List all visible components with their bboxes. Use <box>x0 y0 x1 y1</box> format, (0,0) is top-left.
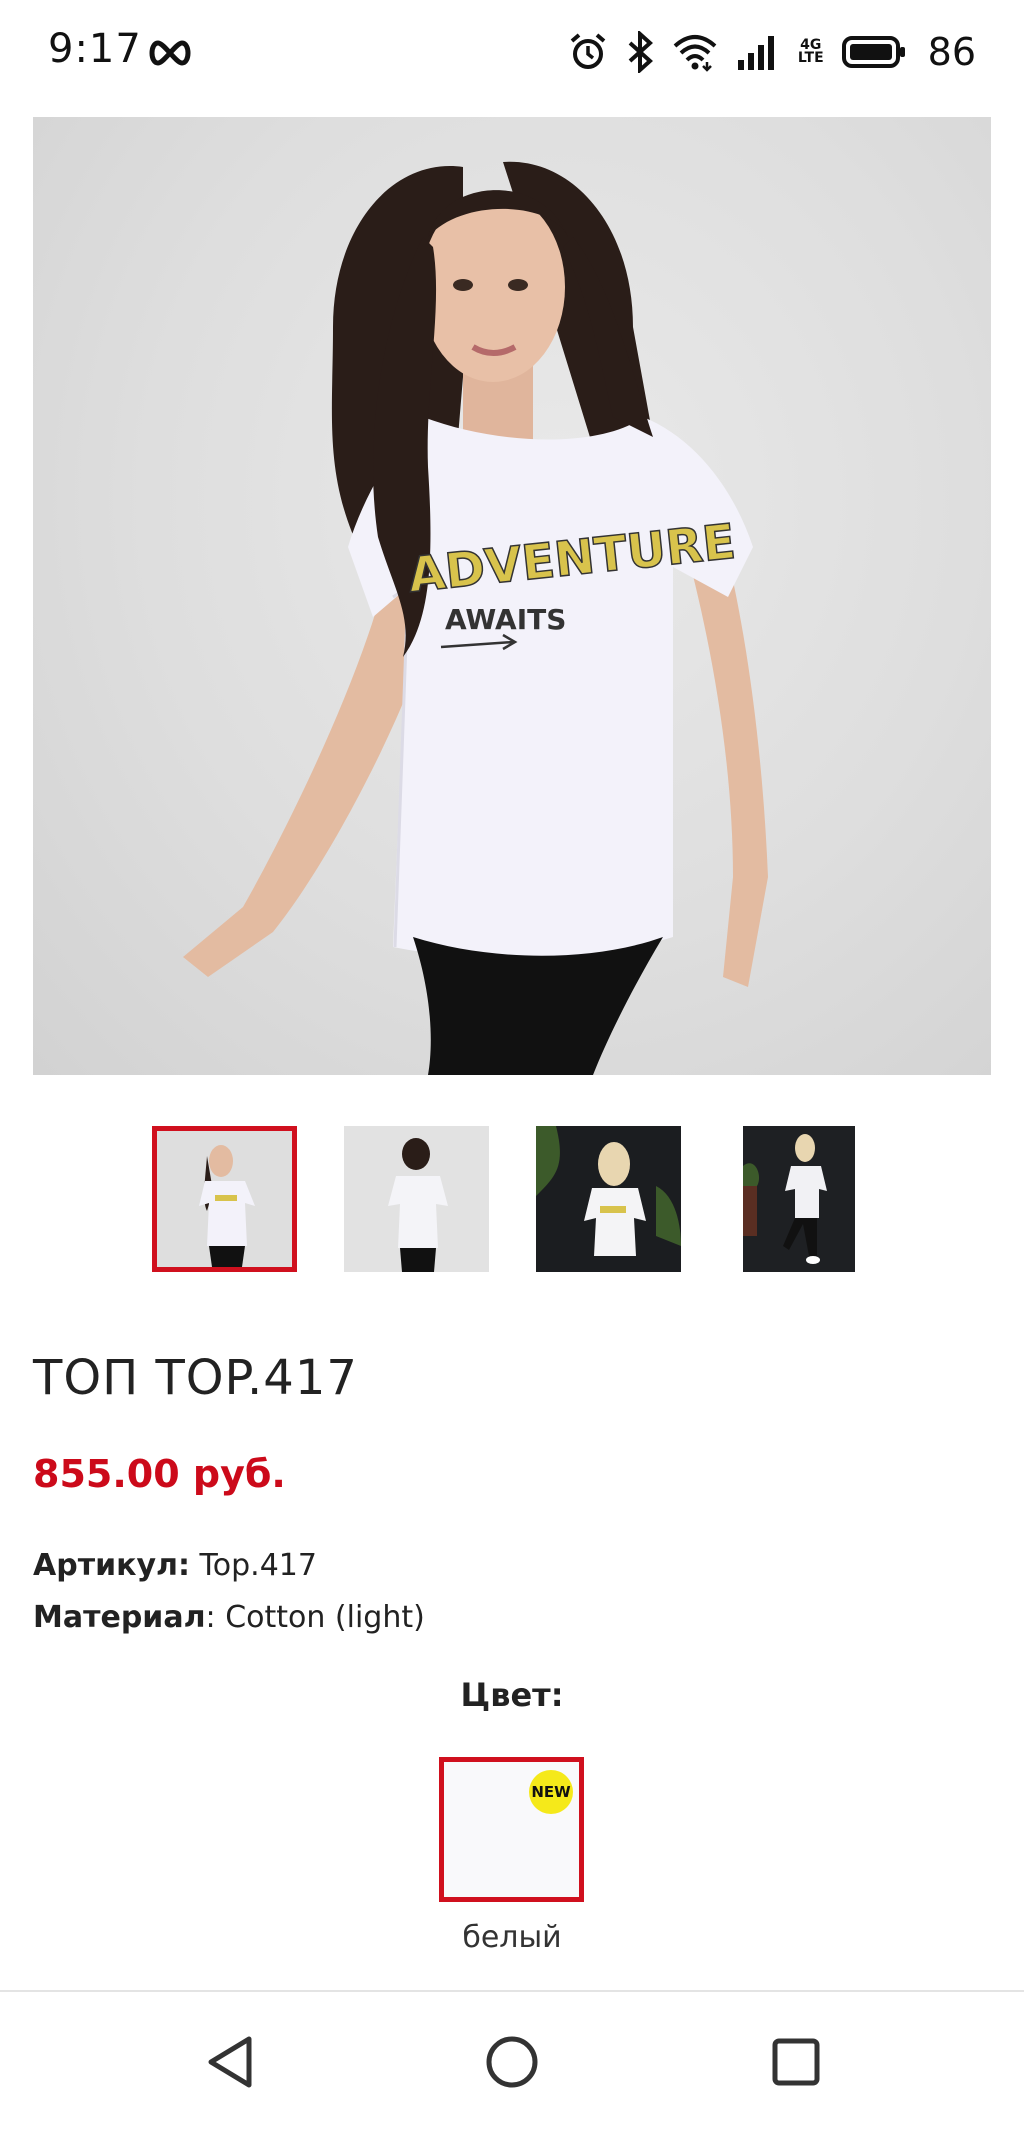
thumb-image-4 <box>743 1134 827 1264</box>
thumb-image-2 <box>388 1138 448 1272</box>
color-label: Цвет: <box>460 1676 564 1714</box>
article-row: Артикул: Top.417 <box>33 1548 317 1583</box>
material-row: Материал: Cotton (light) <box>33 1600 425 1635</box>
product-price: 855.00 руб. <box>33 1452 286 1496</box>
material-label: Материал <box>33 1600 206 1635</box>
status-bar: 9:17 4G LTE 86 <box>0 0 1024 108</box>
alarm-icon <box>570 33 606 69</box>
thumb-image-1 <box>199 1145 255 1267</box>
status-time: 9:17 <box>48 26 142 72</box>
bluetooth-icon <box>628 31 653 73</box>
thumbnail-2[interactable] <box>344 1126 489 1272</box>
product-title: ТОП TOP.417 <box>33 1350 358 1406</box>
signal-icon <box>737 36 774 70</box>
product-main-image[interactable]: ADVENTURE AWAITS <box>33 117 991 1075</box>
network-type: 4G LTE <box>797 37 824 66</box>
system-navigation-bar <box>0 1990 1024 2129</box>
thumbnail-strip <box>0 1126 1024 1274</box>
model-photo: ADVENTURE AWAITS <box>183 161 768 1075</box>
wifi-icon <box>673 35 717 72</box>
thumbnail-3[interactable] <box>536 1126 681 1272</box>
color-swatch-name: белый <box>462 1920 562 1955</box>
print-text-2: AWAITS <box>445 603 566 636</box>
nav-home-button[interactable] <box>472 2022 552 2102</box>
article-label: Артикул: <box>33 1548 190 1583</box>
battery-icon <box>841 36 905 68</box>
new-badge: NEW <box>529 1770 573 1814</box>
nav-recents-button[interactable] <box>756 2022 836 2102</box>
material-value: : Cotton (light) <box>205 1600 425 1635</box>
article-value: Top.417 <box>199 1548 317 1583</box>
triangle-back-icon <box>208 2036 252 2088</box>
thumb-image-3 <box>536 1126 681 1256</box>
circle-home-icon <box>486 2036 538 2088</box>
nav-back-button[interactable] <box>190 2022 270 2102</box>
battery-level: 86 <box>927 30 976 74</box>
infinity-icon <box>149 40 191 66</box>
thumbnail-4[interactable] <box>743 1126 855 1272</box>
thumbnail-1[interactable] <box>152 1126 297 1272</box>
square-recents-icon <box>772 2038 820 2086</box>
status-icons: 4G LTE 86 <box>568 28 976 76</box>
color-swatch-white[interactable]: NEW <box>439 1757 584 1902</box>
